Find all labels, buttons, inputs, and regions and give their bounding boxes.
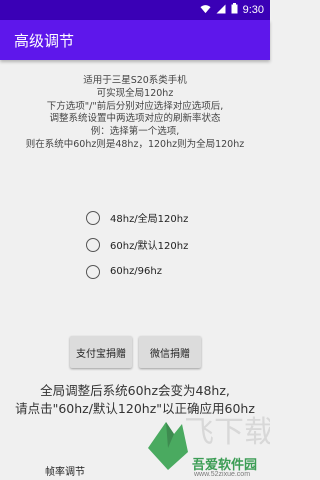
description-line: 则在系统中60hz则是48hz，120hz则为全局120hz [25,138,245,150]
wifi-icon [200,4,211,17]
description-line: 例：选择第一个选项, [90,126,180,138]
signal-icon [216,4,226,17]
description-line: 下方选项"/"前后分别对应选择对应选项后, [46,100,224,112]
tab-frame-rate-adjust[interactable]: 帧率调节 [0,460,130,480]
description-line: 调整系统设置中两选项对应的刷新率状态 [49,113,221,125]
description-line: 可实现全局120hz [96,87,174,99]
radio-option-48hz-global-120hz[interactable]: 48hz/全局120hz [86,204,188,231]
notice-line: 全局调整后系统60hz会变为48hz, [40,383,230,398]
refresh-rate-radio-group: 48hz/全局120hz 60hz/默认120hz 60hz/96hz [86,204,188,285]
description-text: 适用于三星S20系类手机 可实现全局120hz 下方选项"/"前后分别对应选择对… [0,75,270,152]
svg-text:飞下载: 飞下载 [184,415,270,450]
status-time: 9:30 [242,4,264,16]
wechat-donate-button[interactable]: 微信捐赠 [139,336,201,368]
radio-option-60hz-96hz[interactable]: 60hz/96hz [86,258,188,285]
app-bar: 高级调节 [0,20,270,60]
radio-button-icon[interactable] [86,237,100,252]
status-icons: 9:30 [200,3,264,17]
battery-icon [231,3,238,17]
status-bar: 9:30 [0,0,270,20]
app-title: 高级调节 [14,31,75,50]
alipay-donate-button[interactable]: 支付宝捐赠 [70,336,132,368]
watermark-url: www.52zixue.com [194,471,251,478]
radio-option-60hz-default-120hz[interactable]: 60hz/默认120hz [86,231,188,258]
radio-label: 60hz/96hz [110,266,162,277]
radio-button-icon[interactable] [86,210,100,225]
radio-button-icon[interactable] [86,264,100,279]
description-line: 适用于三星S20系类手机 [83,75,187,86]
radio-label: 48hz/全局120hz [110,214,189,225]
watermark-logo: 飞下载 吾爱软件园 www.52zixue.com [144,408,274,480]
radio-label: 60hz/默认120hz [110,241,189,252]
